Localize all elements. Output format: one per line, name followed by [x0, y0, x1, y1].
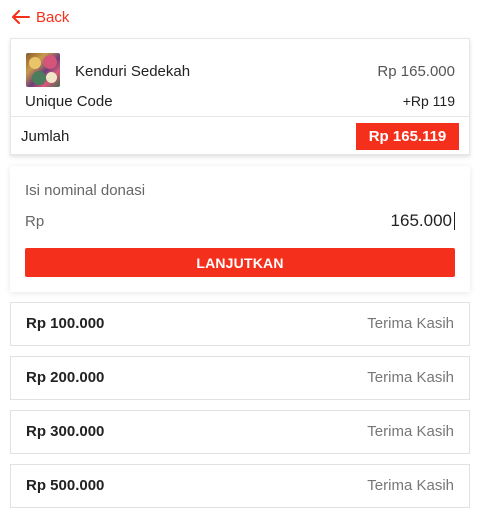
preset-amount: Rp 200.000 [26, 369, 105, 386]
product-price: Rp 165.000 [377, 63, 455, 80]
order-summary-card: Kenduri Sedekah Rp 165.000 Unique Code +… [10, 38, 470, 155]
preset-amount-option[interactable]: Rp 500.000 Terima Kasih [10, 464, 470, 508]
preset-note: Terima Kasih [367, 477, 454, 494]
donation-amount-input[interactable] [152, 206, 452, 236]
product-name: Kenduri Sedekah [75, 63, 191, 80]
donation-input-title: Isi nominal donasi [25, 182, 146, 199]
total-amount-badge: Rp 165.119 [356, 123, 459, 150]
back-label: Back [36, 8, 70, 26]
preset-note: Terima Kasih [367, 423, 454, 440]
preset-note: Terima Kasih [367, 315, 454, 332]
preset-amount-option[interactable]: Rp 300.000 Terima Kasih [10, 410, 470, 454]
preset-amount: Rp 500.000 [26, 477, 105, 494]
product-thumbnail [26, 53, 60, 87]
unique-code-value: +Rp 119 [402, 93, 455, 109]
currency-label: Rp [25, 213, 45, 230]
preset-amount: Rp 100.000 [26, 315, 105, 332]
preset-amount-option[interactable]: Rp 200.000 Terima Kasih [10, 356, 470, 400]
text-caret [454, 212, 455, 230]
continue-button[interactable]: LANJUTKAN [25, 248, 455, 277]
preset-amount: Rp 300.000 [26, 423, 105, 440]
preset-amount-option[interactable]: Rp 100.000 Terima Kasih [10, 302, 470, 346]
donation-input-card: Isi nominal donasi Rp LANJUTKAN [10, 166, 470, 292]
summary-divider [11, 116, 469, 117]
back-button[interactable]: Back [12, 5, 69, 29]
arrow-left-icon [12, 10, 30, 24]
total-label: Jumlah [21, 128, 70, 145]
amount-row: Rp [25, 206, 455, 238]
preset-note: Terima Kasih [367, 369, 454, 386]
unique-code-label: Unique Code [25, 93, 113, 110]
